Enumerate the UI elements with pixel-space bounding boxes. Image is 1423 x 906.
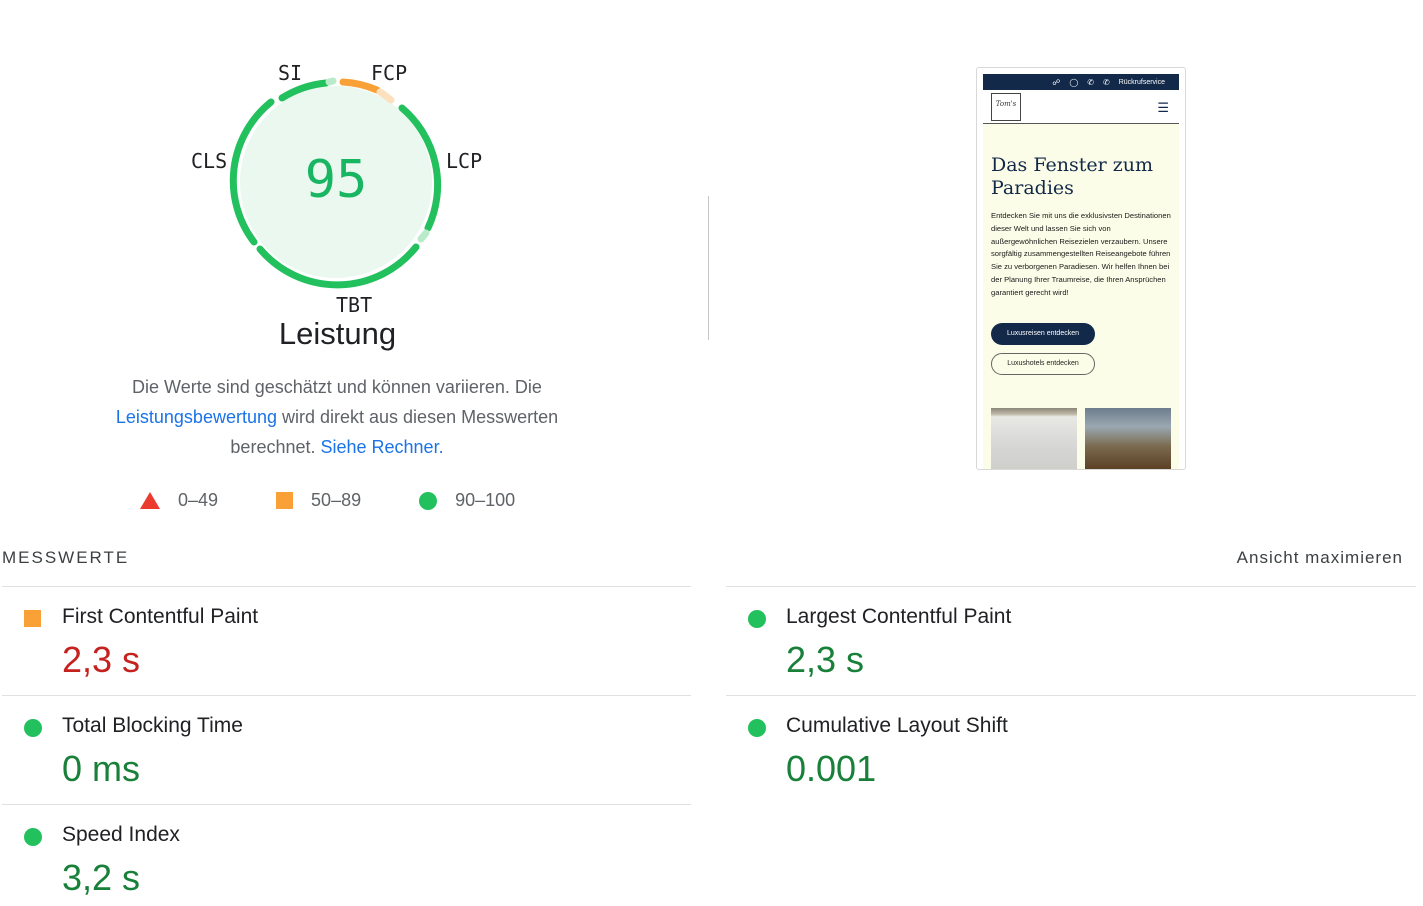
gauge-label-cls: CLS (191, 149, 228, 173)
legend-item-good: 90–100 (419, 490, 515, 511)
callback-icon: ✆ (1103, 77, 1110, 87)
preview-logo: Tom's (991, 93, 1021, 121)
score-legend: 0–49 50–89 90–100 (140, 490, 573, 511)
score-description: Die Werte sind geschätzt und können vari… (115, 377, 559, 457)
legend-item-average: 50–89 (276, 490, 361, 511)
metric-total-blocking-time: Total Blocking Time 0 ms (2, 696, 682, 804)
performance-gauge: SI FCP LCP CLS TBT 95 (180, 55, 500, 355)
gauge-label-tbt: TBT (336, 293, 373, 317)
gauge-label-lcp: LCP (446, 149, 483, 173)
phone-icon: ✆ (1087, 77, 1094, 87)
circle-green-icon (419, 491, 438, 510)
metric-value: 0 ms (62, 748, 141, 789)
preview-image-beach (991, 408, 1077, 469)
whatsapp-icon: ◯ (1069, 77, 1079, 87)
gauge-title: Leistung (278, 316, 397, 351)
hamburger-menu-icon: ☰ (1157, 100, 1169, 115)
maximize-view-button[interactable]: Ansicht maximieren (1237, 548, 1403, 568)
vertical-divider (708, 196, 709, 340)
metric-speed-index: Speed Index 3,2 s (2, 805, 682, 905)
metric-value: 0.001 (786, 748, 877, 789)
metric-value: 2,3 s (62, 639, 141, 680)
performance-score: 95 (304, 150, 368, 210)
preview-button-luxushotels: Luxushotels entdecken (991, 353, 1095, 375)
circle-green-icon (748, 719, 766, 737)
circle-green-icon (24, 828, 42, 846)
metric-cumulative-layout-shift: Cumulative Layout Shift 0.001 (726, 696, 1406, 804)
metric-value: 2,3 s (786, 639, 865, 680)
gauge-segment-lcp-remainder (417, 229, 430, 243)
metric-name: First Contentful Paint (62, 605, 259, 628)
triangle-red-icon (140, 492, 160, 509)
preview-headline: Das Fenster zum Paradies (991, 154, 1153, 199)
circle-green-icon (748, 610, 766, 628)
metric-value: 3,2 s (62, 857, 141, 898)
metric-name: Total Blocking Time (62, 714, 243, 737)
metric-name: Largest Contentful Paint (786, 605, 1012, 628)
share-icon: ☍ (1052, 77, 1061, 87)
preview-paragraph: Entdecken Sie mit uns die exklusivsten D… (991, 211, 1171, 297)
preview-button-luxusreisen: Luxusreisen entdecken (991, 323, 1095, 345)
gauge-label-fcp: FCP (371, 61, 408, 85)
link-siehe-rechner[interactable]: Siehe Rechner. (320, 437, 443, 457)
metrics-title: MESSWERTE (2, 548, 130, 567)
square-orange-icon (276, 492, 294, 509)
preview-hero: Das Fenster zum Paradies Entdecken Sie m… (983, 124, 1179, 469)
circle-green-icon (24, 719, 42, 737)
page-screenshot-preview[interactable]: ☍ ◯ ✆ ✆ Rückrufservice Tom's ☰ Das Fenst… (976, 67, 1186, 470)
metric-name: Speed Index (62, 823, 180, 846)
preview-navbar: Tom's ☰ (983, 90, 1179, 124)
link-leistungsbewertung[interactable]: Leistungsbewertung (116, 407, 277, 427)
square-orange-icon (24, 610, 41, 627)
metric-first-contentful-paint: First Contentful Paint 2,3 s (2, 587, 682, 695)
gauge-label-si: SI (278, 61, 303, 85)
metric-largest-contentful-paint: Largest Contentful Paint 2,3 s (726, 587, 1406, 695)
metric-name: Cumulative Layout Shift (786, 714, 1008, 737)
preview-topbar: ☍ ◯ ✆ ✆ Rückrufservice (983, 74, 1179, 90)
preview-image-landscape (1085, 408, 1171, 469)
preview-callback-label: Rückrufservice (1118, 78, 1165, 86)
legend-item-poor: 0–49 (140, 490, 218, 511)
gauge-segment-si-remainder (325, 77, 337, 86)
